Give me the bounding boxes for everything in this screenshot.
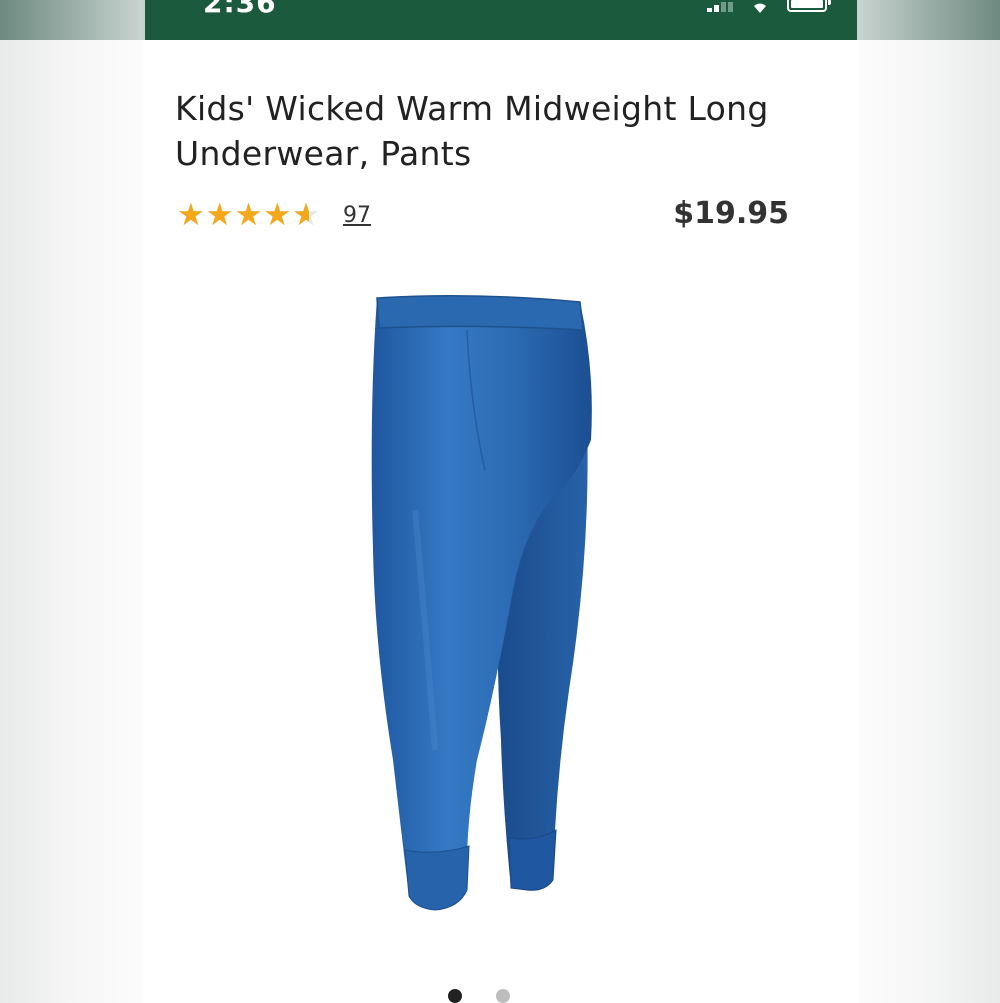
product-image[interactable] (355, 290, 615, 950)
product-price: $19.95 (673, 196, 789, 231)
rating-row: ★★★★★ ★★★★★ 97 (177, 197, 371, 233)
battery-icon (787, 0, 831, 12)
carousel-dots (448, 989, 510, 1003)
pants-front-cuff (404, 845, 470, 911)
review-count-link[interactable]: 97 (343, 203, 371, 228)
carousel-dot-1[interactable] (448, 989, 462, 1003)
cellular-signal-icon (707, 2, 737, 12)
pants-back-cuff (508, 829, 557, 891)
carousel-dot-2[interactable] (496, 989, 510, 1003)
product-title: Kids' Wicked Warm Midweight Long Underwe… (175, 89, 769, 173)
wifi-icon (754, 3, 766, 13)
phone-screen: 2:36 Kids' Wicked Warm Midweight Long Un… (145, 0, 857, 1003)
star-rating-filled-icon: ★★★★★ (177, 199, 310, 231)
pants-waistband (376, 295, 584, 331)
star-rating: ★★★★★ ★★★★★ (177, 199, 321, 231)
status-bar: 2:36 (145, 0, 857, 40)
status-time: 2:36 (203, 0, 277, 19)
